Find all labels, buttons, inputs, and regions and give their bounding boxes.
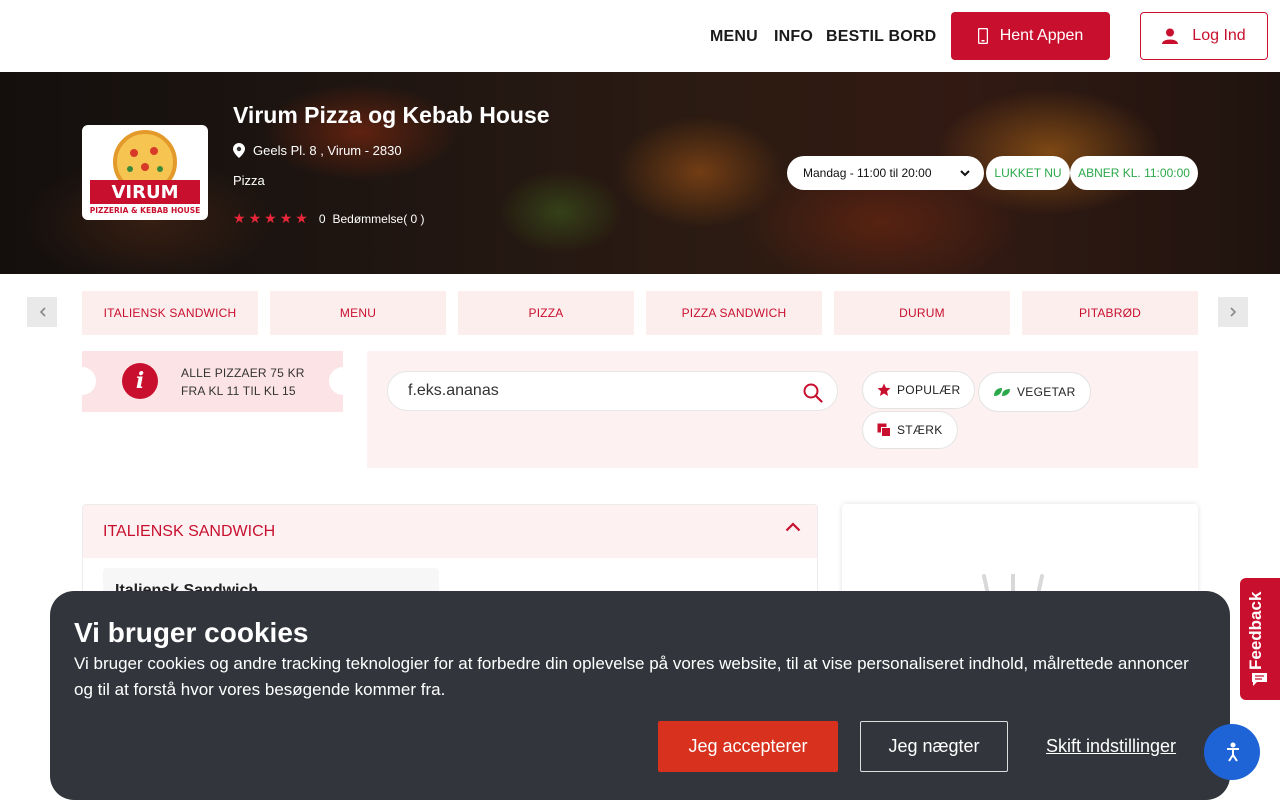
deny-cookies-button[interactable]: Jeg nægter	[860, 721, 1008, 772]
offer-coupon: i ALLE PIZZAER 75 KR FRA KL 11 TIL KL 15	[68, 351, 357, 412]
phone-icon	[977, 28, 988, 44]
cookie-settings-link[interactable]: Skift indstillinger	[1046, 736, 1176, 757]
spicy-icon	[877, 423, 891, 437]
chevron-left-icon	[39, 307, 46, 317]
login-label: Log Ind	[1192, 27, 1246, 44]
chevron-up-icon[interactable]	[785, 522, 801, 532]
cookie-title: Vi bruger cookies	[74, 617, 309, 648]
filter-vegetarian-chip[interactable]: VEGETAR	[978, 372, 1091, 412]
search-icon[interactable]	[803, 383, 823, 403]
star-icon: ★	[279, 210, 293, 226]
accept-cookies-button[interactable]: Jeg accepterer	[658, 721, 838, 772]
category-scroll-right-button[interactable]	[1218, 297, 1248, 327]
category-tab[interactable]: ITALIENSK SANDWICH	[82, 291, 258, 335]
restaurant-address: Geels Pl. 8 , Virum - 2830	[233, 143, 402, 158]
restaurant-logo: VIRUM PIZZERIA & KEBAB HOUSE	[82, 125, 208, 220]
star-icon	[877, 383, 891, 396]
restaurant-hero: VIRUM PIZZERIA & KEBAB HOUSE Virum Pizza…	[0, 72, 1280, 274]
leaf-icon	[994, 388, 1010, 396]
category-scroll-left-button[interactable]	[27, 297, 57, 327]
section-header[interactable]: ITALIENSK SANDWICH	[83, 505, 817, 558]
cuisine-label: Pizza	[233, 173, 265, 188]
svg-text:VIRUM: VIRUM	[111, 182, 178, 203]
star-icon: ★	[233, 210, 246, 226]
filter-popular-chip[interactable]: POPULÆR	[862, 371, 976, 409]
category-tab[interactable]: PIZZA	[458, 291, 634, 335]
category-tab[interactable]: PITABRØD	[1022, 291, 1198, 335]
address-text: Geels Pl. 8 , Virum - 2830	[253, 143, 402, 158]
rating: ★ ★ ★ ★ ★ 0 Bedømmelse( 0 )	[233, 210, 425, 227]
restaurant-name: Virum Pizza og Kebab House	[233, 102, 550, 128]
svg-text:PIZZERIA & KEBAB HOUSE: PIZZERIA & KEBAB HOUSE	[90, 206, 200, 215]
location-pin-icon	[233, 143, 245, 158]
chevron-down-icon	[960, 169, 970, 176]
top-navigation: MENU INFO BESTIL BORD Hent Appen Log Ind	[0, 0, 1280, 72]
accessibility-icon	[1227, 742, 1239, 762]
feedback-label: Feedback	[1246, 591, 1265, 670]
category-tab[interactable]: PIZZA SANDWICH	[646, 291, 822, 335]
filter-panel: f.eks.ananas POPULÆR VEGETAR STÆRK	[367, 351, 1198, 468]
rating-count[interactable]: Bedømmelse( 0 )	[333, 212, 425, 226]
get-app-button[interactable]: Hent Appen	[951, 12, 1110, 60]
search-input[interactable]: f.eks.ananas	[387, 371, 838, 411]
category-tab[interactable]: MENU	[270, 291, 446, 335]
user-icon	[1162, 28, 1179, 44]
chat-icon	[1252, 673, 1267, 686]
section-title: ITALIENSK SANDWICH	[103, 523, 276, 540]
feedback-tab[interactable]: Feedback	[1240, 578, 1280, 700]
status-badge-opens: ABNER KL. 11:00:00	[1070, 156, 1198, 190]
get-app-label: Hent Appen	[999, 27, 1084, 44]
star-icon: ★	[264, 210, 277, 226]
star-icon: ★	[248, 210, 262, 226]
info-icon: i	[122, 363, 158, 399]
nav-info-link[interactable]: INFO	[774, 28, 813, 46]
filter-spicy-chip[interactable]: STÆRK	[862, 411, 958, 449]
login-button[interactable]: Log Ind	[1140, 12, 1268, 60]
category-tab[interactable]: DURUM	[834, 291, 1010, 335]
chevron-right-icon	[1229, 307, 1236, 317]
rating-value: 0	[318, 211, 326, 226]
opening-hours-dropdown[interactable]: Mandag - 11:00 til 20:00	[787, 156, 984, 190]
nav-book-table-link[interactable]: BESTIL BORD	[826, 28, 936, 46]
opening-hours-text: Mandag - 11:00 til 20:00	[803, 166, 932, 180]
cookie-banner: Vi bruger cookies Vi bruger cookies og a…	[50, 591, 1230, 800]
star-icon: ★	[295, 210, 308, 226]
nav-menu-link[interactable]: MENU	[710, 28, 758, 46]
accessibility-button[interactable]	[1204, 724, 1260, 780]
offer-text: ALLE PIZZAER 75 KR FRA KL 11 TIL KL 15	[181, 366, 305, 398]
search-placeholder: f.eks.ananas	[408, 382, 499, 399]
status-badge-closed: LUKKET NU	[986, 156, 1070, 190]
cookie-text: Vi bruger cookies og andre tracking tekn…	[74, 654, 1189, 699]
